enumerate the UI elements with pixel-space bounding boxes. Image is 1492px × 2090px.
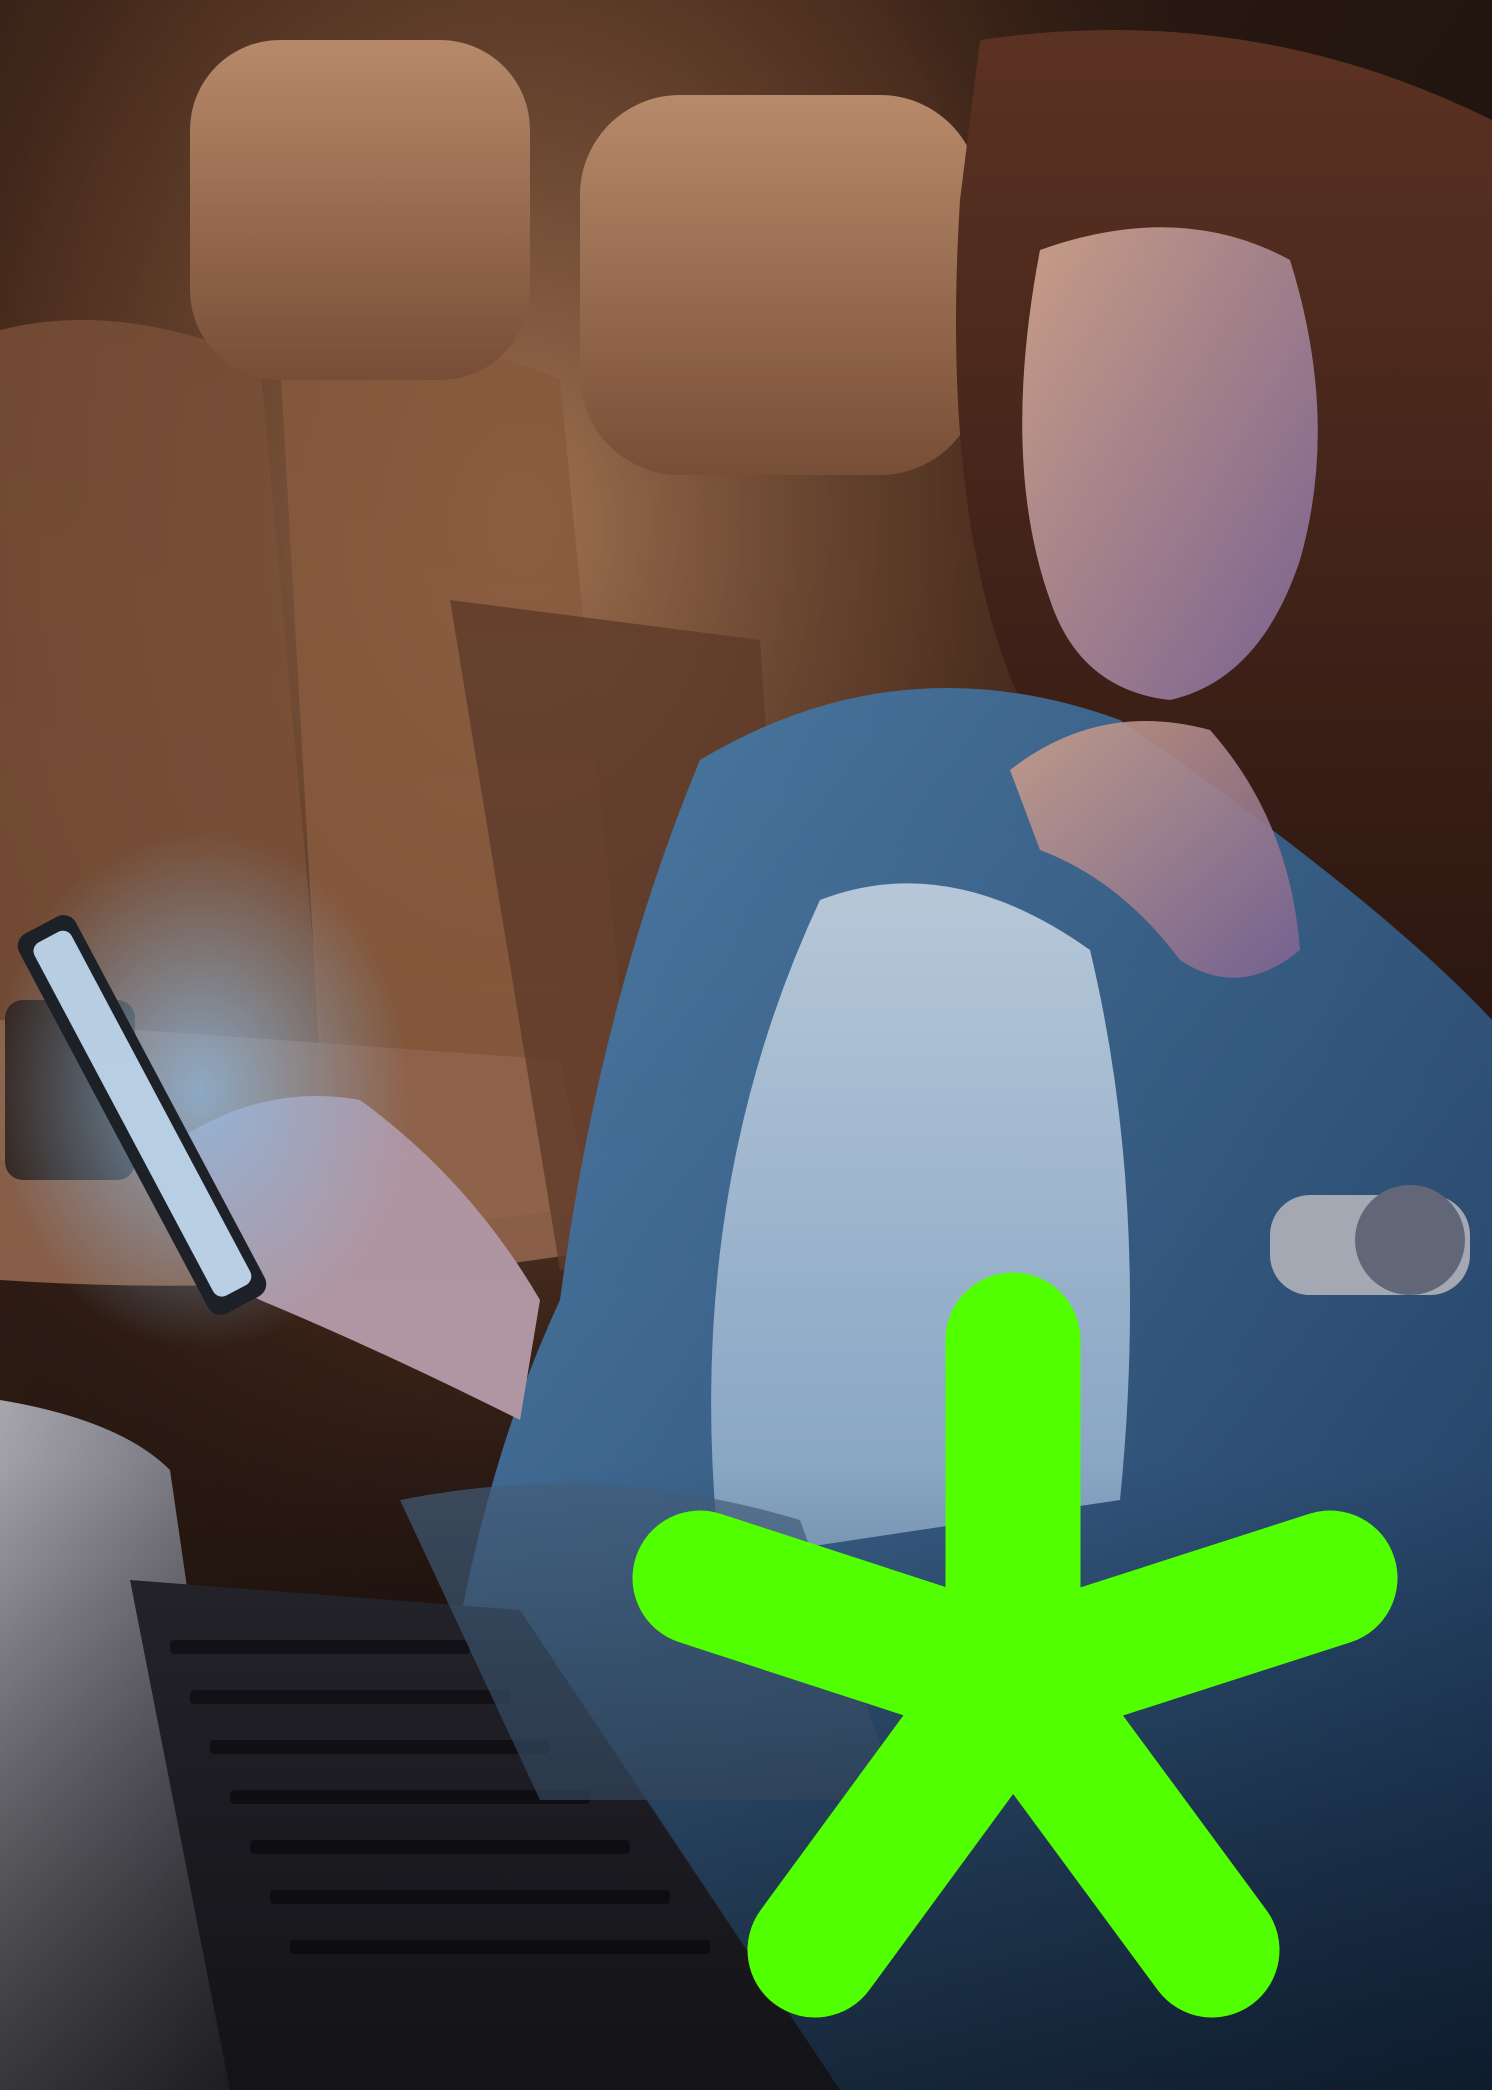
hero-image bbox=[0, 0, 1492, 2090]
background-photo bbox=[0, 0, 1492, 2090]
